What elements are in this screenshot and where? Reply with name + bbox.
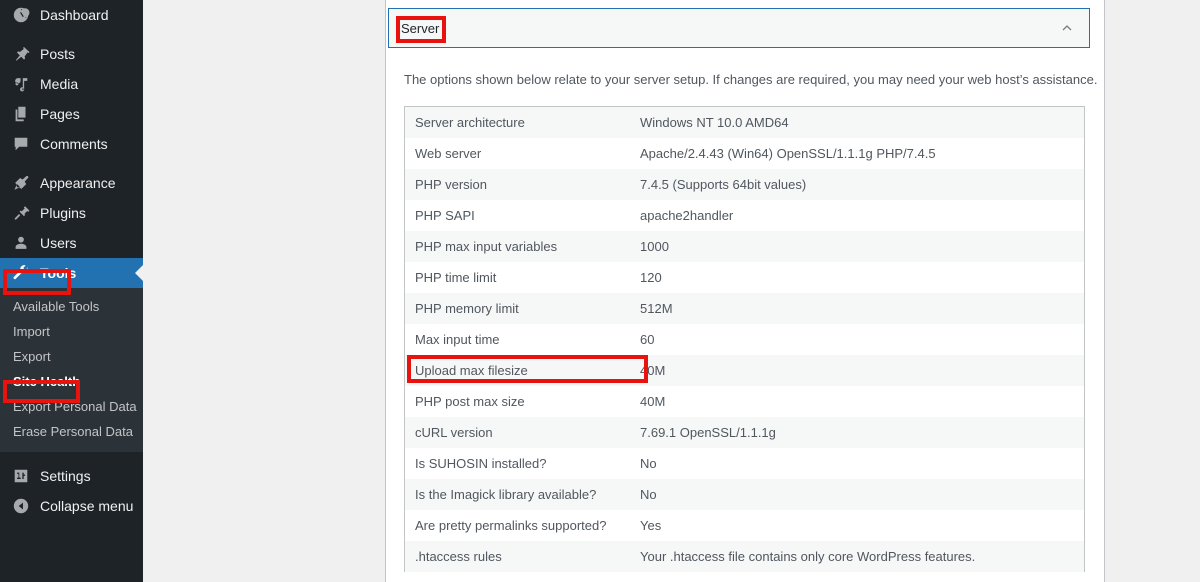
sidebar-item-label: Posts bbox=[40, 46, 76, 62]
sidebar-item-label: Settings bbox=[40, 468, 91, 484]
table-cell-key: Server architecture bbox=[415, 114, 525, 130]
table-cell-value: 7.4.5 (Supports 64bit values) bbox=[640, 176, 807, 192]
media-icon bbox=[11, 74, 31, 94]
table-cell-key: cURL version bbox=[415, 424, 493, 440]
chevron-up-icon[interactable] bbox=[1059, 20, 1075, 36]
users-icon bbox=[11, 233, 31, 253]
collapse-icon bbox=[11, 496, 31, 516]
table-cell-key: Is the Imagick library available? bbox=[415, 486, 597, 502]
server-accordion-description: The options shown below relate to your s… bbox=[404, 72, 1098, 87]
admin-sidebar: Dashboard Posts Media Pages Comments App… bbox=[0, 0, 143, 582]
table-cell-value: 60 bbox=[640, 331, 655, 347]
sidebar-item-pages[interactable]: Pages bbox=[0, 99, 143, 129]
current-menu-arrow bbox=[135, 265, 143, 281]
sidebar-item-label: Tools bbox=[40, 265, 77, 281]
sidebar-item-dashboard[interactable]: Dashboard bbox=[0, 0, 143, 30]
sidebar-item-users[interactable]: Users bbox=[0, 228, 143, 258]
sidebar-item-label: Plugins bbox=[40, 205, 86, 221]
table-cell-key: Max input time bbox=[415, 331, 500, 347]
sidebar-item-comments[interactable]: Comments bbox=[0, 129, 143, 159]
pin-icon bbox=[11, 44, 31, 64]
table-cell-value: 512M bbox=[640, 300, 673, 316]
server-info-table: Server architecture Windows NT 10.0 AMD64… bbox=[404, 105, 1085, 572]
table-cell-key: PHP post max size bbox=[415, 393, 525, 409]
table-row: Is SUHOSIN installed? No bbox=[404, 447, 1085, 479]
table-row: Are pretty permalinks supported? Yes bbox=[404, 509, 1085, 541]
table-row: PHP post max size 40M bbox=[404, 385, 1085, 417]
table-cell-value: Your .htaccess file contains only core W… bbox=[640, 548, 976, 564]
plugins-icon bbox=[11, 203, 31, 223]
menu-separator bbox=[0, 30, 143, 39]
comments-icon bbox=[11, 134, 31, 154]
sidebar-item-label: Comments bbox=[40, 136, 108, 152]
table-row: PHP version 7.4.5 (Supports 64bit values) bbox=[404, 168, 1085, 200]
server-info-table-body: Server architecture Windows NT 10.0 AMD64… bbox=[404, 106, 1085, 572]
table-row: PHP time limit 120 bbox=[404, 261, 1085, 293]
sidebar-item-posts[interactable]: Posts bbox=[0, 39, 143, 69]
sidebar-item-label: Media bbox=[40, 76, 79, 92]
site-health-panel-container: Server The options shown below relate to… bbox=[385, 0, 1105, 582]
sidebar-item-settings[interactable]: Settings bbox=[0, 461, 143, 491]
sidebar-item-export[interactable]: Export bbox=[0, 344, 143, 369]
sidebar-item-erase-personal-data[interactable]: Erase Personal Data bbox=[0, 419, 143, 444]
sidebar-item-available-tools[interactable]: Available Tools bbox=[0, 294, 143, 319]
sidebar-item-label: Collapse menu bbox=[40, 498, 134, 514]
table-cell-value: 120 bbox=[640, 269, 662, 285]
table-cell-value: apache2handler bbox=[640, 207, 734, 223]
menu-separator bbox=[0, 159, 143, 168]
menu-separator bbox=[0, 452, 143, 461]
table-cell-key: PHP SAPI bbox=[415, 207, 475, 223]
table-row: PHP SAPI apache2handler bbox=[404, 199, 1085, 231]
table-cell-value: 40M bbox=[640, 393, 666, 409]
tools-submenu: Available Tools Import Export Site Healt… bbox=[0, 288, 143, 452]
table-cell-key: Are pretty permalinks supported? bbox=[415, 517, 607, 533]
table-row: PHP memory limit 512M bbox=[404, 292, 1085, 324]
table-row: Max input time 60 bbox=[404, 323, 1085, 355]
sidebar-item-export-personal-data[interactable]: Export Personal Data bbox=[0, 394, 143, 419]
table-row: .htaccess rules Your .htaccess file conta… bbox=[404, 540, 1085, 572]
table-cell-key: PHP time limit bbox=[415, 269, 497, 285]
table-row: Is the Imagick library available? No bbox=[404, 478, 1085, 510]
table-row: Server architecture Windows NT 10.0 AMD64 bbox=[404, 106, 1085, 138]
table-cell-value: Apache/2.4.43 (Win64) OpenSSL/1.1.1g PHP… bbox=[640, 145, 936, 161]
table-cell-key: Web server bbox=[415, 145, 482, 161]
sidebar-item-label: Appearance bbox=[40, 175, 116, 191]
table-cell-key: PHP version bbox=[415, 176, 488, 192]
content-area: Server The options shown below relate to… bbox=[143, 0, 1200, 582]
sidebar-item-site-health[interactable]: Site Health bbox=[0, 369, 143, 394]
settings-icon bbox=[11, 466, 31, 486]
sidebar-item-tools[interactable]: Tools bbox=[0, 258, 143, 288]
collapse-menu-button[interactable]: Collapse menu bbox=[0, 491, 143, 521]
table-cell-key: PHP max input variables bbox=[415, 238, 558, 254]
server-accordion: Server The options shown below relate to… bbox=[386, 8, 1104, 572]
table-row: Web server Apache/2.4.43 (Win64) OpenSSL/… bbox=[404, 137, 1085, 169]
sidebar-item-appearance[interactable]: Appearance bbox=[0, 168, 143, 198]
sidebar-item-media[interactable]: Media bbox=[0, 69, 143, 99]
server-accordion-header[interactable]: Server bbox=[388, 8, 1090, 48]
table-row: Upload max filesize 40M bbox=[404, 354, 1085, 386]
sidebar-item-label: Users bbox=[40, 235, 77, 251]
pages-icon bbox=[11, 104, 31, 124]
table-cell-key: .htaccess rules bbox=[415, 548, 502, 564]
sidebar-item-import[interactable]: Import bbox=[0, 319, 143, 344]
table-cell-value: Yes bbox=[640, 517, 662, 533]
sidebar-item-label: Dashboard bbox=[40, 7, 109, 23]
table-cell-value: 7.69.1 OpenSSL/1.1.1g bbox=[640, 424, 776, 440]
table-cell-value: 1000 bbox=[640, 238, 669, 254]
table-row: cURL version 7.69.1 OpenSSL/1.1.1g bbox=[404, 416, 1085, 448]
dashboard-icon bbox=[11, 5, 31, 25]
sidebar-item-plugins[interactable]: Plugins bbox=[0, 198, 143, 228]
table-cell-key: PHP memory limit bbox=[415, 300, 519, 316]
table-cell-value: Windows NT 10.0 AMD64 bbox=[640, 114, 789, 130]
table-row: PHP max input variables 1000 bbox=[404, 230, 1085, 262]
sidebar-item-label: Pages bbox=[40, 106, 80, 122]
brush-icon bbox=[11, 173, 31, 193]
table-cell-key: Is SUHOSIN installed? bbox=[415, 455, 547, 471]
table-cell-value: No bbox=[640, 486, 657, 502]
table-cell-key: Upload max filesize bbox=[415, 362, 528, 378]
table-cell-value: 40M bbox=[640, 362, 666, 378]
table-cell-value: No bbox=[640, 455, 657, 471]
tools-icon bbox=[11, 263, 31, 283]
server-accordion-title: Server bbox=[401, 20, 440, 36]
